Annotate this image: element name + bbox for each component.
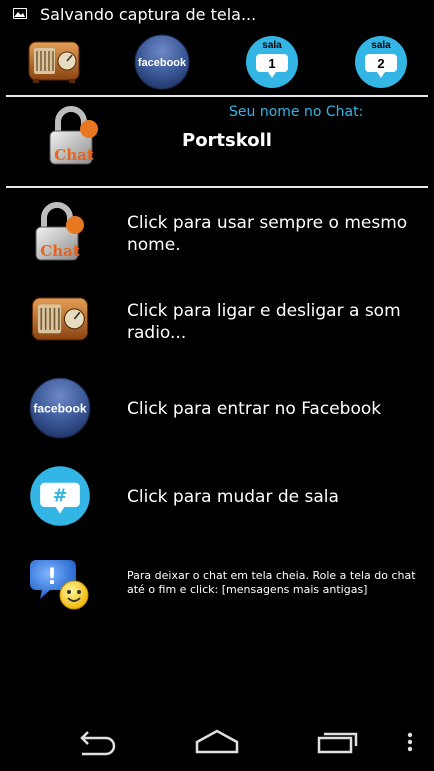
- chat-lock-icon: Chat: [44, 104, 104, 168]
- svg-text:!: !: [47, 565, 57, 590]
- facebook-button[interactable]: facebook: [133, 33, 191, 91]
- radio-icon: [28, 288, 92, 352]
- navigation-bar: [0, 712, 434, 771]
- chat-bubble-hash-icon: #: [28, 464, 92, 528]
- room-icon-hash: #: [53, 487, 68, 507]
- facebook-row-icon-label: facebook: [33, 401, 86, 415]
- facebook-icon: facebook: [134, 34, 190, 90]
- sala-2-number: 2: [377, 56, 384, 71]
- status-bar: Salvando captura de tela...: [0, 0, 434, 30]
- chat-lock-text: Chat: [54, 146, 94, 164]
- radio-icon: [28, 41, 80, 83]
- chat-name-value[interactable]: Portskoll: [182, 130, 272, 151]
- back-button[interactable]: [74, 726, 120, 758]
- fullscreen-text: Para deixar o chat em tela cheia. Role a…: [127, 569, 416, 596]
- sala-1-number: 1: [268, 56, 275, 71]
- chat-name-label: Seu nome no Chat:: [229, 104, 364, 120]
- overflow-menu-button[interactable]: [402, 726, 418, 758]
- recents-icon: [317, 732, 358, 754]
- sala-2-button[interactable]: sala 2: [352, 33, 410, 91]
- home-button[interactable]: [192, 726, 242, 758]
- list-item-radio[interactable]: Click para ligar e desligar a som radio.…: [0, 286, 434, 356]
- chat-smiley-icon: !: [28, 550, 92, 614]
- back-icon: [80, 731, 116, 756]
- radio-button[interactable]: [25, 33, 83, 91]
- same-name-text: Click para usar sempre o mesmo nome.: [127, 213, 408, 255]
- facebook-icon-label: facebook: [138, 57, 187, 69]
- facebook-icon: facebook: [28, 376, 92, 440]
- home-icon: [195, 729, 239, 754]
- same-name-icon-text: Chat: [40, 242, 80, 260]
- change-room-text: Click para mudar de sala: [127, 487, 339, 507]
- list-item-same-name[interactable]: Chat Click para usar sempre o mesmo nome…: [0, 196, 434, 266]
- sala-2-label: sala: [371, 40, 391, 51]
- radio-text: Click para ligar e desligar a som radio.…: [127, 301, 401, 343]
- divider-top: [6, 95, 428, 97]
- sala-1-icon: sala 1: [246, 36, 298, 88]
- recents-button[interactable]: [314, 726, 362, 758]
- sala-1-button[interactable]: sala 1: [243, 33, 301, 91]
- list-item-fullscreen[interactable]: ! Para deixar o chat em tela cheia. Role…: [0, 548, 434, 618]
- chat-lock-icon: Chat: [28, 200, 92, 264]
- sala-2-icon: sala 2: [355, 36, 407, 88]
- notification-text: Salvando captura de tela...: [40, 5, 257, 24]
- list-item-facebook[interactable]: facebook Click para entrar no Facebook: [0, 374, 434, 444]
- sala-1-label: sala: [262, 40, 282, 51]
- list-item-change-room[interactable]: # Click para mudar de sala: [0, 462, 434, 532]
- facebook-text: Click para entrar no Facebook: [127, 399, 382, 419]
- overflow-menu-icon: [407, 732, 413, 752]
- divider-header: [6, 186, 428, 188]
- image-icon: [13, 8, 27, 19]
